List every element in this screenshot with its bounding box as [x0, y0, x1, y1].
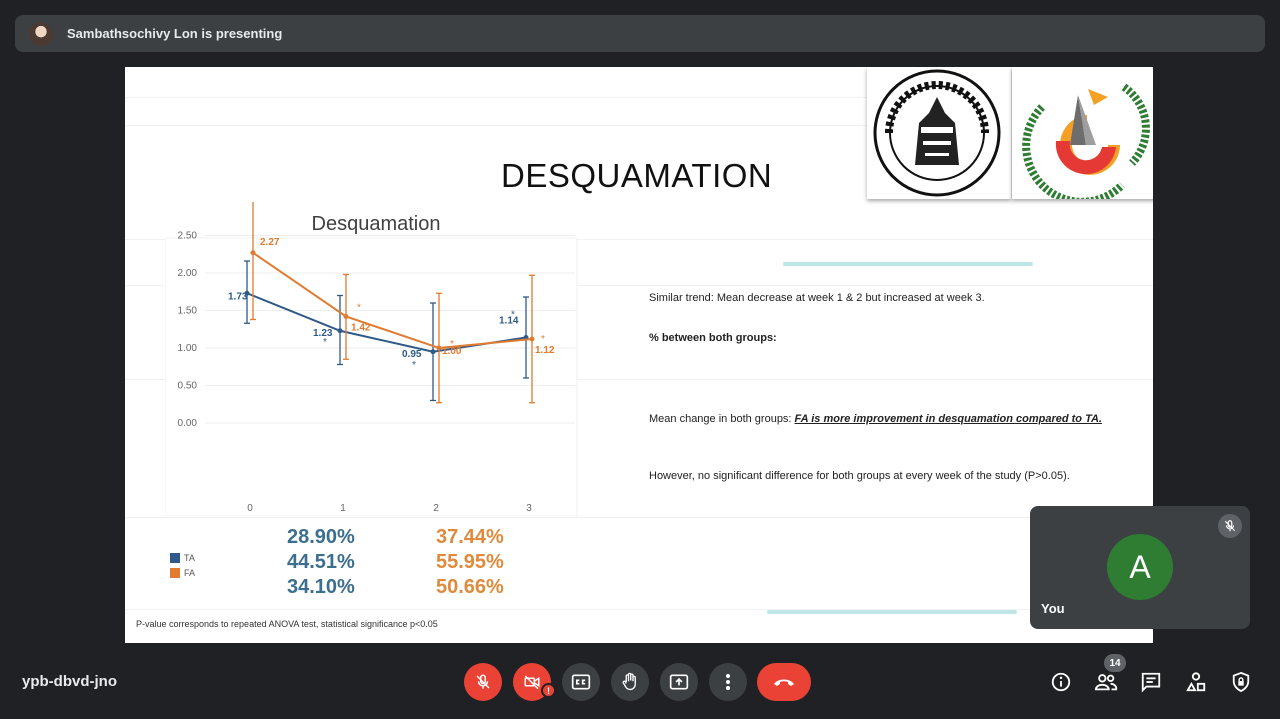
data-point-ta — [430, 349, 436, 355]
chart-x-tick: 1 — [340, 503, 346, 514]
presenter-avatar — [29, 21, 53, 46]
note-mean-change: Mean change in both groups: FA is more i… — [649, 411, 1119, 427]
legend-ta-swatch — [170, 553, 180, 563]
chat-icon — [1141, 672, 1161, 693]
hand-icon — [622, 672, 636, 691]
hang-up-icon — [774, 679, 794, 686]
more-options-button[interactable] — [709, 663, 747, 701]
legend-fa-label: FA — [184, 568, 196, 578]
meet-window: Sambathsochivy Lon is presenting DESQUAM… — [0, 0, 1280, 719]
present-screen-button[interactable] — [660, 663, 698, 701]
decorative-line — [767, 610, 1017, 614]
shield-lock-icon — [1232, 671, 1250, 693]
legend-ta: TA — [170, 553, 195, 563]
significance-star-ta: * — [323, 337, 327, 348]
activities-icon — [1186, 672, 1206, 692]
legend-fa-swatch — [170, 568, 180, 578]
data-label-fa: 2.27 — [260, 237, 280, 248]
data-label-fa: 1.42 — [351, 323, 371, 334]
fa-percent-3: 50.66% — [436, 576, 504, 598]
data-point-fa — [436, 345, 442, 351]
chart-y-tick: 1.00 — [178, 343, 198, 354]
fa-percent-2: 55.95% — [436, 551, 504, 573]
data-point-fa — [250, 250, 256, 256]
participant-count-badge: 14 — [1104, 654, 1126, 672]
data-point-fa — [529, 336, 535, 342]
mic-toggle-button[interactable] — [464, 663, 502, 701]
chart-y-tick: 2.00 — [178, 268, 198, 279]
significance-star-ta: * — [412, 360, 416, 371]
note-trend: Similar trend: Mean decrease at week 1 &… — [649, 292, 985, 304]
ta-percent-1: 28.90% — [287, 526, 355, 548]
mic-off-icon — [476, 674, 490, 689]
leave-call-button[interactable] — [757, 663, 811, 701]
self-video-tile[interactable]: A You — [1030, 506, 1250, 629]
more-vert-icon — [726, 674, 730, 690]
chart-x-tick: 3 — [526, 503, 532, 514]
ta-percent-3: 34.10% — [287, 576, 355, 598]
chart-y-tick: 3.00 — [178, 202, 198, 204]
desquamation-chart: Desquamation 0.00 0.50 1.00 1.50 2.00 2.50 3.0… — [165, 202, 578, 517]
data-label-ta: 1.73 — [228, 291, 248, 302]
camera-warning-badge: ! — [541, 683, 556, 698]
camera-off-icon — [524, 675, 540, 690]
note-pct-heading: % between both groups: — [649, 332, 777, 344]
people-icon — [1094, 674, 1118, 691]
note-mean-change-prefix: Mean change in both groups: — [649, 413, 795, 425]
self-name: You — [1041, 601, 1065, 616]
raise-hand-button[interactable] — [611, 663, 649, 701]
significance-star-fa: * — [357, 303, 361, 314]
activities-button[interactable] — [1182, 668, 1210, 696]
self-avatar: A — [1107, 534, 1173, 600]
data-point-ta — [337, 328, 343, 334]
muted-mic-icon — [1218, 514, 1242, 538]
data-label-fa: 1.12 — [535, 345, 555, 356]
info-icon — [1051, 672, 1071, 692]
host-controls-button[interactable] — [1227, 668, 1255, 696]
chart-y-tick: 0.00 — [178, 418, 198, 429]
slide-title: DESQUAMATION — [501, 157, 773, 194]
significance-star-fa: * — [541, 334, 545, 345]
presentation-slide: DESQUAMATION Similar trend: Mean decreas… — [125, 67, 1153, 643]
chart-x-tick: 0 — [247, 503, 253, 514]
presenter-bar: Sambathsochivy Lon is presenting — [15, 15, 1265, 52]
chart-y-tick: 2.50 — [178, 231, 198, 242]
chat-button[interactable] — [1137, 668, 1165, 696]
significance-star-fa: * — [450, 339, 454, 350]
legend-fa: FA — [170, 568, 195, 578]
data-point-fa — [343, 314, 349, 319]
data-label-ta: 0.95 — [402, 349, 422, 360]
significance-star-ta: * — [511, 310, 515, 321]
slide-footnote: P-value corresponds to repeated ANOVA te… — [136, 619, 438, 629]
captions-button[interactable] — [562, 663, 600, 701]
captions-icon — [571, 674, 591, 690]
decorative-line — [783, 262, 1033, 266]
chulabhorn-logo — [1012, 67, 1153, 206]
chart-y-tick: 1.50 — [178, 306, 198, 317]
fa-percent-1: 37.44% — [436, 526, 504, 548]
present-icon — [669, 674, 689, 690]
note-mean-change-emphasis: FA is more improvement in desquamation c… — [794, 413, 1102, 425]
chart-x-tick: 2 — [433, 503, 439, 514]
chart-y-tick: 0.50 — [178, 381, 198, 392]
presenter-text: Sambathsochivy Lon is presenting — [67, 26, 283, 41]
thammasat-logo — [867, 67, 1011, 199]
people-button[interactable] — [1092, 668, 1120, 696]
meeting-code: ypb-dbvd-jno — [22, 673, 117, 690]
ta-percent-2: 44.51% — [287, 551, 355, 573]
chart-title: Desquamation — [312, 213, 441, 235]
note-no-significance: However, no significant difference for b… — [649, 470, 1070, 482]
data-label-ta: 1.14 — [499, 316, 519, 327]
chart-plot-area — [165, 237, 578, 517]
meeting-details-button[interactable] — [1047, 668, 1075, 696]
legend-ta-label: TA — [184, 553, 195, 563]
